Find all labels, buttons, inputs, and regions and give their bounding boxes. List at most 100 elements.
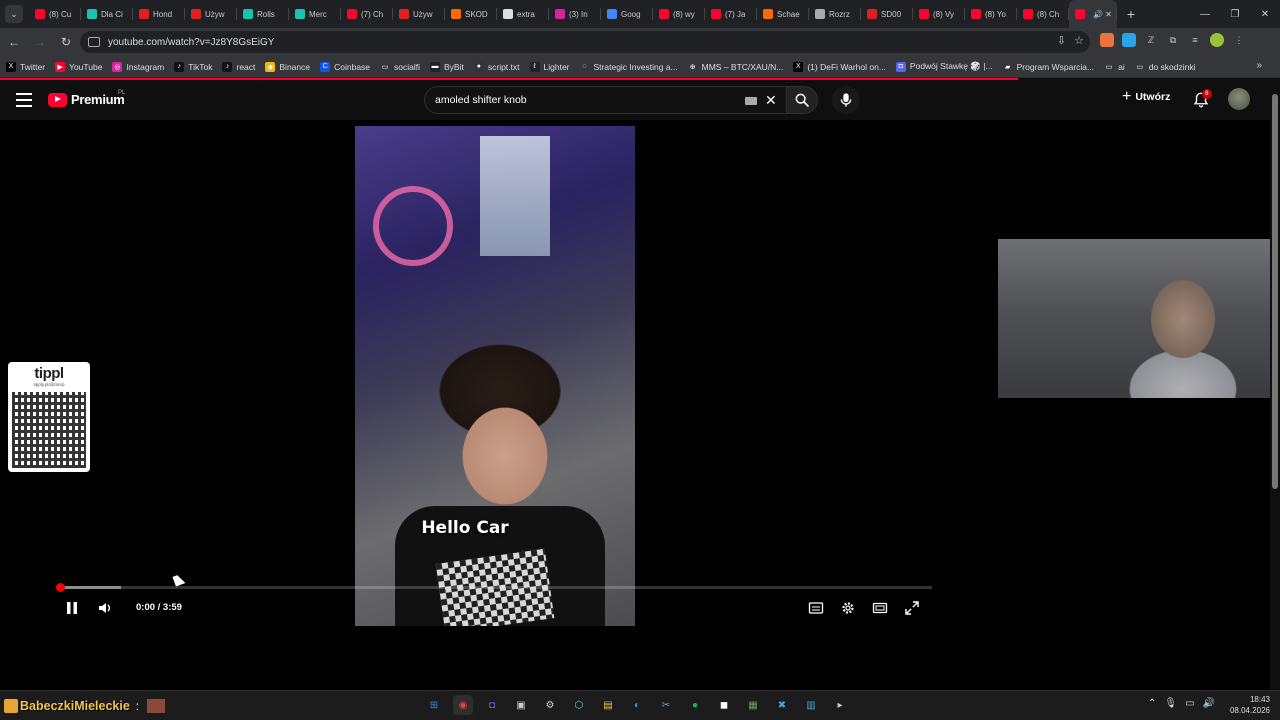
tray-display-icon[interactable]: ▭ bbox=[1185, 698, 1194, 709]
tab-search-button[interactable]: ⌄ bbox=[5, 5, 23, 23]
restore-button[interactable]: ❐ bbox=[1220, 0, 1250, 28]
bookmark-item[interactable]: ◎ Instagram bbox=[112, 61, 164, 72]
tab[interactable]: (7) Ch bbox=[341, 0, 393, 28]
tab-active[interactable]: 🔊 ✕ bbox=[1069, 0, 1117, 28]
tab[interactable]: Rozrz bbox=[809, 0, 861, 28]
tab[interactable]: Hond bbox=[133, 0, 185, 28]
back-button[interactable]: ← bbox=[2, 30, 26, 54]
volume-button[interactable] bbox=[97, 600, 113, 616]
fullscreen-button[interactable] bbox=[904, 600, 920, 616]
discord-icon[interactable]: ◘ bbox=[482, 695, 502, 715]
bookmark-item[interactable]: ◆ Binance bbox=[265, 61, 310, 72]
media-control-icon[interactable]: ≡ bbox=[1188, 33, 1202, 47]
new-tab-button[interactable]: + bbox=[1121, 4, 1141, 24]
bookmark-item[interactable]: ▰ Program Wsparcia... bbox=[1003, 62, 1094, 72]
tab[interactable]: (8) Cu bbox=[29, 0, 81, 28]
video-frame[interactable]: Hello Car bbox=[355, 126, 635, 626]
tool-icon[interactable]: ✂ bbox=[656, 695, 676, 715]
bookmark-item[interactable]: ♪ react bbox=[222, 61, 255, 72]
tab[interactable]: Merc bbox=[289, 0, 341, 28]
create-button[interactable]: + Utwórz bbox=[1122, 89, 1170, 105]
bookmark-item[interactable]: ◘ Podwój Stawkę 🎲 |... bbox=[895, 61, 993, 72]
tray-mic-icon[interactable]: 🎙 bbox=[1164, 698, 1177, 709]
tab[interactable]: (3) In bbox=[549, 0, 601, 28]
tab[interactable]: Dla Ci bbox=[81, 0, 133, 28]
menu-icon[interactable] bbox=[16, 93, 32, 107]
install-app-icon[interactable]: ⇩ bbox=[1057, 34, 1066, 47]
progress-bar[interactable] bbox=[60, 586, 932, 589]
bookmark-star-icon[interactable]: ☆ bbox=[1074, 34, 1084, 47]
minimize-button[interactable]: — bbox=[1190, 0, 1220, 28]
start-icon[interactable]: ⊞ bbox=[424, 695, 444, 715]
profile-icon[interactable] bbox=[1210, 33, 1224, 47]
tab[interactable]: Rolls bbox=[237, 0, 289, 28]
steam-icon[interactable]: ⬡ bbox=[569, 695, 589, 715]
pause-button[interactable] bbox=[64, 600, 80, 616]
bookmark-item[interactable]: ♪ TikTok bbox=[174, 61, 212, 72]
settings-icon[interactable]: ⚙ bbox=[540, 695, 560, 715]
scrollbar-thumb[interactable] bbox=[1272, 94, 1278, 489]
tray-overflow-icon[interactable]: ⌃ bbox=[1148, 698, 1156, 709]
bookmark-item[interactable]: ▭ socialfi bbox=[380, 62, 420, 72]
reload-button[interactable]: ↻ bbox=[54, 30, 78, 54]
avatar[interactable] bbox=[1228, 88, 1250, 110]
tab[interactable]: Schae bbox=[757, 0, 809, 28]
bookmark-item[interactable]: ◌ Strategic Investing a... bbox=[580, 62, 677, 72]
search-input[interactable]: amoled shifter knob ✕ bbox=[424, 86, 786, 114]
tab[interactable]: SD00 bbox=[861, 0, 913, 28]
clock[interactable]: 18:43 08.04.2026 bbox=[1226, 694, 1270, 716]
extension-blue-icon[interactable] bbox=[1122, 33, 1136, 47]
edge-icon[interactable]: ◐ bbox=[627, 695, 647, 715]
terminal-icon[interactable]: ▸ bbox=[830, 695, 850, 715]
forward-button[interactable]: → bbox=[28, 30, 52, 54]
camera-icon[interactable]: ◼ bbox=[714, 695, 734, 715]
scrubber-handle[interactable] bbox=[56, 583, 65, 592]
bookmark-item[interactable]: ℓ Lighter bbox=[529, 61, 570, 72]
close-window-button[interactable]: ✕ bbox=[1250, 0, 1280, 28]
tab[interactable]: (8) Ch bbox=[1017, 0, 1069, 28]
tab[interactable]: Goog bbox=[601, 0, 653, 28]
tab[interactable]: SKOD bbox=[445, 0, 497, 28]
tray-volume-icon[interactable]: 🔊 bbox=[1203, 698, 1215, 709]
bookmark-item[interactable]: ▭ ai bbox=[1104, 62, 1125, 72]
app-icon[interactable]: ▣ bbox=[511, 695, 531, 715]
x-app-icon[interactable]: ✖ bbox=[772, 695, 792, 715]
tab[interactable]: (8) wy bbox=[653, 0, 705, 28]
tab[interactable]: (8) Vy bbox=[913, 0, 965, 28]
tab[interactable]: (8) Yo bbox=[965, 0, 1017, 28]
extensions-puzzle-icon[interactable]: ⧉ bbox=[1166, 33, 1180, 47]
minecraft-icon[interactable]: ▦ bbox=[743, 695, 763, 715]
bookmark-item[interactable]: ▶ YouTube bbox=[55, 61, 102, 72]
chrome-icon[interactable]: ◉ bbox=[453, 695, 473, 715]
bookmark-item[interactable]: ● script.txt bbox=[473, 61, 520, 72]
settings-button[interactable] bbox=[840, 600, 856, 616]
spotify-icon[interactable]: ● bbox=[685, 695, 705, 715]
bookmark-item[interactable]: ⊕ MMS – BTC/XAU/N... bbox=[688, 62, 784, 72]
youtube-logo[interactable]: Premium bbox=[48, 92, 125, 107]
bookmark-item[interactable]: ▬ ByBit bbox=[430, 61, 464, 72]
bookmark-item[interactable]: C Coinbase bbox=[320, 61, 370, 72]
more-bookmarks-icon[interactable]: » bbox=[1256, 60, 1262, 71]
subtitles-button[interactable] bbox=[808, 600, 824, 616]
notepad-icon[interactable]: ▥ bbox=[801, 695, 821, 715]
clear-search-icon[interactable]: ✕ bbox=[765, 92, 777, 109]
tab-audio-close-icon[interactable]: 🔊 ✕ bbox=[1093, 10, 1112, 19]
voice-search-button[interactable] bbox=[832, 86, 860, 114]
extension-fox-icon[interactable] bbox=[1100, 33, 1114, 47]
site-info-icon[interactable] bbox=[88, 37, 100, 47]
bookmark-item[interactable]: ▭ do skodzinki bbox=[1135, 62, 1195, 72]
tab[interactable]: Używ bbox=[393, 0, 445, 28]
bookmark-item[interactable]: X Twitter bbox=[6, 61, 45, 72]
bookmark-item[interactable]: X (1) DeFi Warhol on... bbox=[793, 61, 886, 72]
folder-icon[interactable]: ▤ bbox=[598, 695, 618, 715]
more-menu-icon[interactable]: ⋮ bbox=[1232, 33, 1246, 47]
theater-mode-button[interactable] bbox=[872, 600, 888, 616]
extension-translate-icon[interactable]: ℤ bbox=[1144, 33, 1158, 47]
keyboard-icon[interactable] bbox=[745, 97, 757, 105]
video-player[interactable]: Hello Car tippl tipply.pl/@fanrp 0:00 / … bbox=[0, 120, 1280, 690]
tab[interactable]: (7) Ja bbox=[705, 0, 757, 28]
page-scrollbar[interactable] bbox=[1270, 80, 1280, 690]
address-bar[interactable]: youtube.com/watch?v=Jz8Y8GsEiGY ⇩ ☆ bbox=[80, 31, 1090, 53]
tab[interactable]: extra bbox=[497, 0, 549, 28]
tab[interactable]: Używ bbox=[185, 0, 237, 28]
